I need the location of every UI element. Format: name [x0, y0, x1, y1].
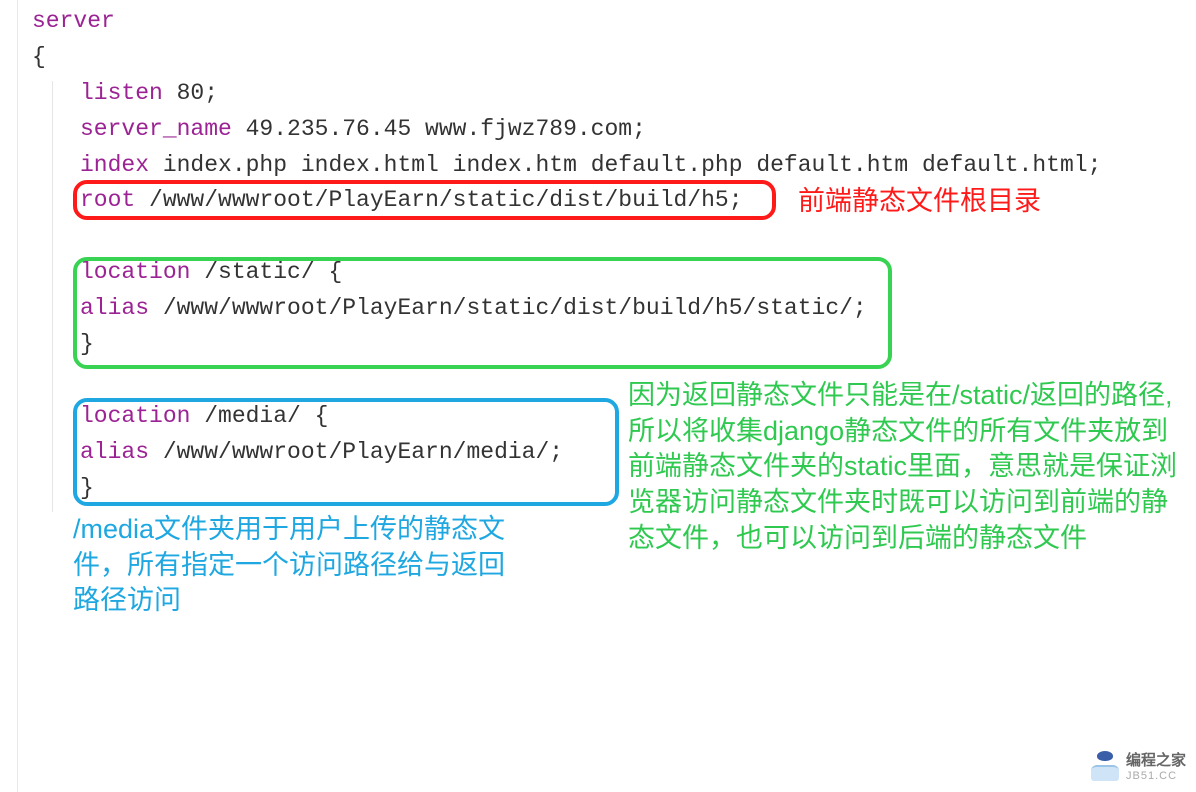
keyword-alias: alias: [80, 439, 149, 465]
code-line: server: [32, 4, 1196, 40]
value: /static/ {: [190, 259, 342, 285]
annotation-text-red: 前端静态文件根目录: [798, 184, 1041, 219]
keyword-location: location: [80, 403, 190, 429]
value: /www/wwwroot/PlayEarn/static/dist/build/…: [135, 187, 742, 213]
code-line: location /static/ {: [32, 255, 1196, 291]
keyword-alias: alias: [80, 295, 149, 321]
keyword-location: location: [80, 259, 190, 285]
watermark-subtitle: JB51.CC: [1126, 770, 1186, 782]
code-line: [32, 219, 1196, 255]
line-gutter: [0, 0, 18, 792]
value: /www/wwwroot/PlayEarn/media/;: [149, 439, 563, 465]
watermark-text-block: 编程之家 JB51.CC: [1126, 749, 1186, 782]
code-line: }: [32, 327, 1196, 363]
watermark: 编程之家 JB51.CC: [1090, 749, 1186, 782]
value: index.php index.html index.htm default.p…: [149, 152, 1101, 178]
value: 49.235.76.45 www.fjwz789.com;: [232, 116, 646, 142]
code-line: {: [32, 40, 1196, 76]
value: /www/wwwroot/PlayEarn/static/dist/build/…: [149, 295, 867, 321]
keyword-server: server: [32, 8, 115, 34]
keyword-index: index: [80, 152, 149, 178]
brace: {: [32, 44, 46, 70]
value: /media/ {: [190, 403, 328, 429]
watermark-title: 编程之家: [1126, 749, 1186, 770]
keyword-root: root: [80, 187, 135, 213]
annotation-text-blue: /media文件夹用于用户上传的静态文件，所有指定一个访问路径给与返回路径访问: [73, 512, 523, 619]
brace-close: }: [80, 475, 94, 501]
code-line: alias /www/wwwroot/PlayEarn/static/dist/…: [32, 291, 1196, 327]
brace-close: }: [80, 331, 94, 357]
value: 80;: [163, 80, 218, 106]
keyword-server-name: server_name: [80, 116, 232, 142]
code-line: index index.php index.html index.htm def…: [32, 148, 1196, 184]
watermark-icon: [1090, 751, 1120, 781]
code-line: server_name 49.235.76.45 www.fjwz789.com…: [32, 112, 1196, 148]
keyword-listen: listen: [80, 80, 163, 106]
annotation-text-green: 因为返回静态文件只能是在/static/返回的路径,所以将收集django静态文…: [628, 378, 1178, 556]
code-line: listen 80;: [32, 76, 1196, 112]
